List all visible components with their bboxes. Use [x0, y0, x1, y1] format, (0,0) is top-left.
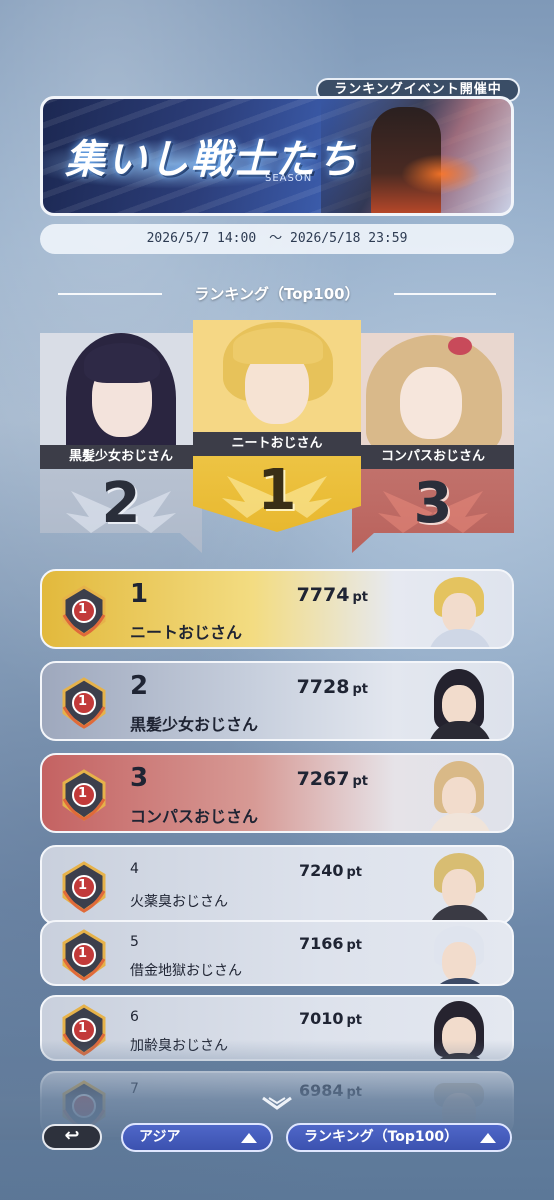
- ranking-mode-dropdown-arrow-icon: [480, 1133, 496, 1143]
- region-dropdown[interactable]: アジア: [121, 1123, 273, 1152]
- region-dropdown-arrow-icon: [241, 1133, 257, 1143]
- banner-subtitle: SEASON: [265, 173, 313, 184]
- rank-player-name: ニートおじさん: [130, 623, 243, 642]
- rank-avatar: [420, 665, 500, 739]
- rank-points: 7728 pt: [296, 676, 368, 698]
- rank-medal-label: 1: [78, 602, 88, 617]
- rank-player-name: 火薬臭おじさん: [130, 894, 228, 910]
- ranking-row[interactable]: 1 5 7166 pt 借金地獄おじさん: [40, 920, 514, 986]
- podium-third[interactable]: コンパスおじさん 3: [352, 333, 514, 553]
- rank-number: 6: [130, 1009, 139, 1025]
- banner-title: 集いし戦士たち: [65, 136, 359, 183]
- ranking-mode-dropdown[interactable]: ランキング（Top100）: [286, 1123, 512, 1152]
- rank-medal-label: 1: [78, 1021, 88, 1036]
- ranking-row[interactable]: 1 2 7728 pt 黒髪少女おじさん: [40, 661, 514, 741]
- podium-second[interactable]: 黒髪少女おじさん 2: [40, 333, 202, 553]
- rank-avatar: [420, 849, 500, 923]
- rank-medal-label: 1: [78, 946, 88, 961]
- podium-first[interactable]: ニートおじさん 1: [193, 320, 361, 532]
- ranking-mode-dropdown-label: ランキング（Top100）: [304, 1129, 459, 1145]
- event-banner[interactable]: 集いし戦士たち SEASON: [40, 96, 514, 216]
- podium-third-name: コンパスおじさん: [352, 445, 514, 469]
- rank-number: 2: [130, 671, 149, 701]
- rank-number: 5: [130, 934, 139, 950]
- section-divider-right: [394, 293, 496, 295]
- podium-first-rank: 1: [257, 458, 297, 523]
- region-dropdown-label: アジア: [139, 1129, 181, 1145]
- rank-points: 7240 pt: [298, 861, 362, 880]
- rank-player-name: 借金地獄おじさん: [130, 963, 242, 979]
- podium-third-portrait: [352, 333, 514, 445]
- rank-number: 1: [130, 579, 149, 609]
- banner-fire-effect: [401, 154, 481, 194]
- podium-third-rank: 3: [413, 471, 453, 536]
- ranking-row[interactable]: 1 3 7267 pt コンパスおじさん: [40, 753, 514, 833]
- rank-points: 7166 pt: [298, 934, 362, 953]
- scroll-down-chevron-icon[interactable]: [259, 1094, 295, 1114]
- rank-player-name: 黒髪少女おじさん: [130, 715, 259, 734]
- rank-points: 7774 pt: [296, 584, 368, 606]
- ranking-row[interactable]: 1 4 7240 pt 火薬臭おじさん: [40, 845, 514, 925]
- rank-number: 4: [130, 861, 139, 877]
- rank-medal-label: 1: [78, 694, 88, 709]
- rank-points: 7267 pt: [296, 768, 368, 790]
- back-button[interactable]: ↩: [42, 1124, 102, 1150]
- podium-second-name: 黒髪少女おじさん: [40, 445, 202, 469]
- rank-avatar: [420, 573, 500, 647]
- event-period: 2026/5/7 14:00 ～ 2026/5/18 23:59: [40, 224, 514, 254]
- podium-first-portrait: [193, 320, 361, 432]
- rank-avatar: [420, 922, 500, 984]
- ranking-row[interactable]: 1 1 7774 pt ニートおじさん: [40, 569, 514, 649]
- podium-second-portrait: [40, 333, 202, 445]
- podium-first-name: ニートおじさん: [193, 432, 361, 456]
- rank-medal-label: 1: [78, 786, 88, 801]
- rank-points: 7010 pt: [298, 1009, 362, 1028]
- podium-second-rank: 2: [101, 471, 141, 536]
- rank-number: 3: [130, 763, 149, 793]
- rank-avatar: [420, 757, 500, 831]
- back-arrow-icon: ↩: [64, 1125, 80, 1146]
- rank-player-name: コンパスおじさん: [130, 807, 259, 826]
- rank-medal-label: 1: [78, 878, 88, 893]
